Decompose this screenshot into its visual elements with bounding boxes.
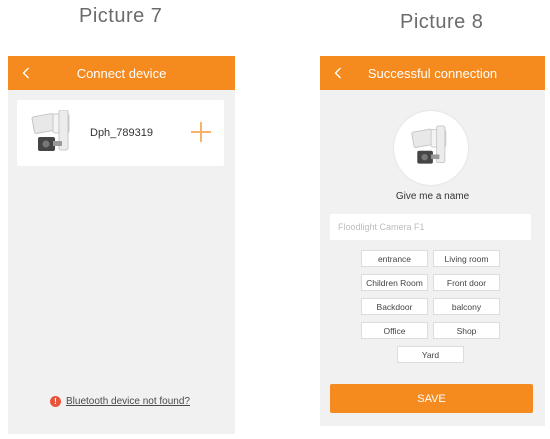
chip-yard[interactable]: Yard <box>397 346 464 363</box>
successful-connection-screen: Successful connection Give me a name ent… <box>320 56 545 426</box>
device-name-input[interactable] <box>330 214 531 240</box>
chip-backdoor[interactable]: Backdoor <box>361 298 428 315</box>
bluetooth-help-text[interactable]: Bluetooth device not found? <box>66 396 190 407</box>
chip-living-room[interactable]: Living room <box>433 250 500 267</box>
chip-entrance[interactable]: entrance <box>361 250 428 267</box>
app-bar: Successful connection <box>320 56 545 90</box>
screen-title: Connect device <box>76 65 167 81</box>
chip-balcony[interactable]: balcony <box>433 298 500 315</box>
screen-title: Successful connection <box>367 65 498 81</box>
chip-children-room[interactable]: Children Room <box>361 274 428 291</box>
app-bar: Connect device <box>8 56 235 90</box>
caption-picture-8: Picture 8 <box>400 11 484 33</box>
floodlight-camera-icon <box>31 110 70 151</box>
chip-front-door[interactable]: Front door <box>433 274 500 291</box>
exclamation-icon: ! <box>50 396 61 407</box>
name-prompt: Give me a name <box>395 191 470 202</box>
caption-picture-7: Picture 7 <box>79 5 163 27</box>
plus-icon[interactable] <box>190 121 212 143</box>
chip-office[interactable]: Office <box>361 322 428 339</box>
bluetooth-help-link[interactable]: ! Bluetooth device not found? <box>50 396 190 407</box>
device-avatar <box>394 111 468 185</box>
floodlight-camera-icon <box>411 125 447 164</box>
save-button[interactable]: SAVE <box>330 384 533 413</box>
chip-shop[interactable]: Shop <box>433 322 500 339</box>
device-name: Dph_789319 <box>90 127 154 139</box>
connect-device-screen: Connect device Dph_789319 ! Bluetooth de… <box>8 56 235 434</box>
device-list-item[interactable]: Dph_789319 <box>17 100 224 166</box>
